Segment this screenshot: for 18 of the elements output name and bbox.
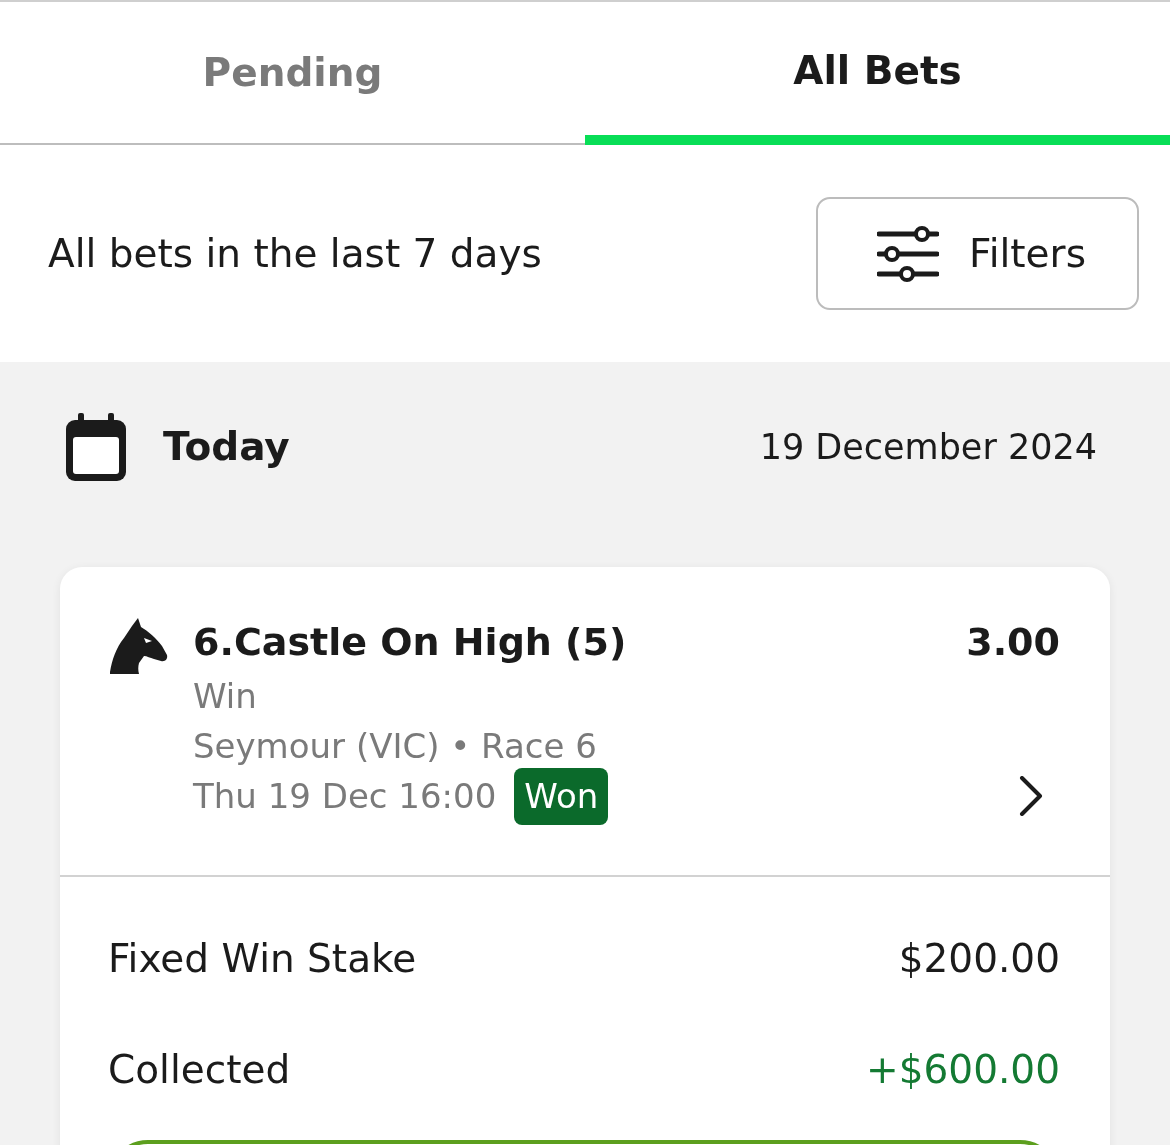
day-date: 19 December 2024 [759,426,1097,467]
amount-label: Collected [108,1046,291,1092]
amount-label: Fixed Win Stake [108,935,417,981]
result-badge: Won [514,767,609,825]
odds-value: 3.00 [966,619,1060,666]
calendar-icon [66,412,126,481]
bet-type: Win [193,675,257,718]
start-time: Thu 19 Dec 16:00 [193,775,497,818]
filters-button[interactable]: Filters [816,197,1139,310]
day-label: Today [163,424,291,469]
horse-head-icon [108,618,168,674]
amount-value: $200.00 [898,935,1060,981]
chevron-right-icon[interactable] [1019,776,1043,816]
amount-value: +$600.00 [866,1046,1060,1092]
event-name: Seymour (VIC) • Race 6 [193,725,597,768]
selection-name: 6.Castle On High (5) [193,619,627,666]
filter-sliders-icon [877,224,940,283]
period-title: All bets in the last 7 days [48,231,542,276]
